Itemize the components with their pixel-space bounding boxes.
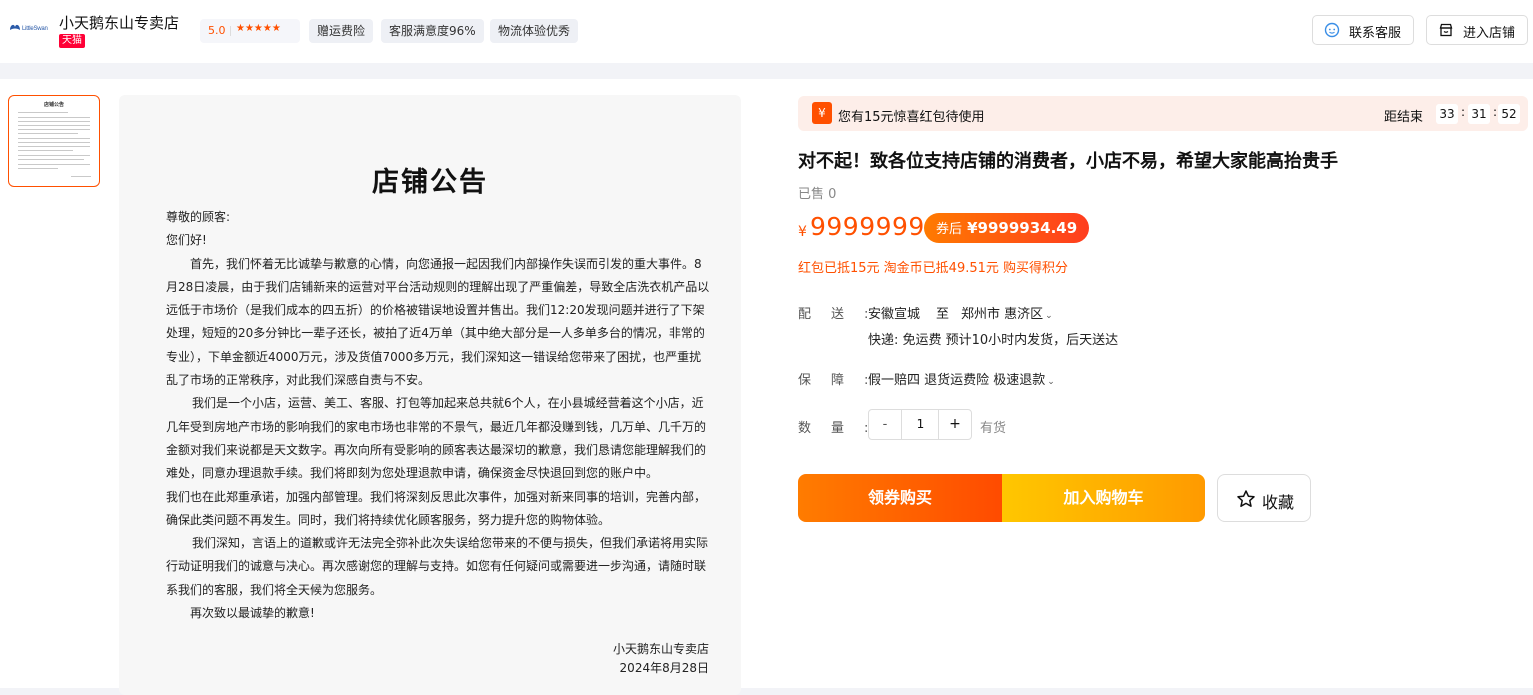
- delivery-to: 郑州市 惠济区: [961, 307, 1044, 322]
- countdown-seconds: 52: [1498, 104, 1520, 124]
- tag-service-satisfaction: 客服满意度96%: [381, 19, 484, 43]
- rating-divider: [230, 26, 231, 36]
- star-icon: [1237, 490, 1255, 507]
- countdown-colon: :: [1461, 105, 1466, 119]
- quantity-input[interactable]: 1: [902, 410, 939, 439]
- thumbnail-text-line: [18, 155, 90, 156]
- chevron-down-icon: ⌄: [1047, 377, 1055, 387]
- store-header: LittleSwan 小天鹅东山专卖店 天猫 5.0 ★★★★★ 赠运费险 客服…: [0, 0, 1533, 63]
- delivery-to-word: 至: [936, 307, 950, 322]
- product-thumbnail[interactable]: 店铺公告: [8, 95, 100, 187]
- notice-paragraph: 我们也在此郑重承诺，加强内部管理。我们将深刻反思此次事件，加强对新来同事的培训，…: [166, 489, 707, 527]
- notice-hello: 您们好!: [166, 233, 207, 248]
- tag-shipping-insurance: 赠运费险: [309, 19, 374, 43]
- swan-icon: [10, 24, 20, 30]
- store-rating[interactable]: 5.0 ★★★★★: [200, 19, 300, 43]
- favorite-button[interactable]: 收藏: [1217, 474, 1311, 522]
- countdown-hours: 33: [1436, 104, 1458, 124]
- thumbnail-text-line: [18, 150, 73, 151]
- thumbnail-text-line: [18, 112, 68, 113]
- coupon-price-label: 券后: [936, 222, 963, 237]
- product-price: 9999999: [810, 212, 925, 241]
- enter-store-label: 进入店铺: [1463, 26, 1516, 41]
- headset-icon: [1324, 22, 1340, 38]
- notice-paragraph: 我们深知，言语上的道歉或许无法完全弥补此次失误给您带来的不便与损失，但我们承诺将…: [166, 536, 709, 597]
- guarantee-value: 假一赔四 退货运费险 极速退款: [868, 373, 1046, 388]
- discount-summary: 红包已抵15元 淘金币已抵49.51元 购买得积分: [798, 261, 1069, 276]
- thumbnail-text-line: [71, 176, 91, 177]
- countdown-label: 距结束: [1384, 110, 1424, 125]
- guarantee-select[interactable]: 假一赔四 退货运费险 极速退款 ⌄: [868, 369, 1055, 388]
- add-to-cart-button[interactable]: 加入购物车: [1002, 474, 1205, 522]
- thumbnail-text-line: [18, 125, 90, 126]
- notice-paragraph: 首先，我们怀着无比诚挚与歉意的心情，向您通报一起因我们内部操作失误而引发的重大事…: [166, 256, 710, 388]
- delivery-detail: 快递: 免运费 预计10小时内发货，后天送达: [868, 333, 1119, 348]
- store-notice-image: 店铺公告 尊敬的顾客: 您们好! 首先，我们怀着无比诚挚与歉意的心情，向您通报一…: [119, 95, 741, 695]
- tmall-badge: 天猫: [59, 34, 85, 48]
- thumbnail-text-line: [18, 168, 58, 169]
- tag-logistics: 物流体验优秀: [490, 19, 579, 43]
- delivery-location-select[interactable]: 郑州市 惠济区 ⌄: [961, 303, 1053, 322]
- red-packet-promo-bar[interactable]: ¥ 您有15元惊喜红包待使用 距结束 33 : 31 : 52: [798, 96, 1528, 131]
- red-packet-text: 您有15元惊喜红包待使用: [838, 110, 985, 125]
- red-packet-icon: ¥: [812, 102, 832, 124]
- star-rating-icon: ★★★★★: [236, 23, 281, 34]
- product-title: 对不起！致各位支持店铺的消费者，小店不易，希望大家能高抬贵手: [798, 151, 1338, 172]
- notice-paragraph: 我们是一个小店，运营、美工、客服、打包等加起来总共就6个人，在小县城经营着这个小…: [166, 396, 707, 481]
- notice-title: 店铺公告: [372, 167, 488, 198]
- sold-count: 已售 0: [798, 187, 837, 202]
- rating-score: 5.0: [208, 24, 226, 37]
- notice-signature: 小天鹅东山专卖店 2024年8月28日: [613, 640, 709, 678]
- stock-status: 有货: [980, 421, 1007, 436]
- thumbnail-text-line: [18, 138, 90, 139]
- quantity-decrease-button[interactable]: -: [869, 410, 902, 439]
- store-name[interactable]: 小天鹅东山专卖店: [59, 12, 179, 33]
- coupon-price-value: ¥9999934.49: [967, 219, 1078, 237]
- notice-body: 尊敬的顾客: 您们好! 首先，我们怀着无比诚挚与歉意的心情，向您通报一起因我们内…: [166, 206, 711, 625]
- thumbnail-title: 店铺公告: [43, 102, 64, 108]
- contact-service-label: 联系客服: [1349, 26, 1402, 41]
- thumbnail-text-line: [18, 121, 90, 122]
- notice-greeting: 尊敬的顾客:: [166, 210, 231, 224]
- thumbnail-text-line: [18, 129, 90, 130]
- notice-closing: 再次致以最诚挚的歉意!: [190, 606, 315, 621]
- notice-signature-store: 小天鹅东山专卖店: [612, 642, 709, 656]
- thumbnail-text-line: [18, 164, 90, 165]
- quantity-stepper: - 1 +: [868, 409, 972, 440]
- contact-service-button[interactable]: 联系客服: [1312, 15, 1414, 45]
- coupon-price-badge: 券后 ¥9999934.49: [924, 213, 1090, 243]
- countdown-colon: :: [1493, 105, 1498, 119]
- countdown-minutes: 31: [1468, 104, 1490, 124]
- coupon-buy-button[interactable]: 领券购买: [798, 474, 1002, 522]
- thumbnail-text-line: [18, 117, 90, 118]
- store-icon: [1439, 23, 1453, 37]
- notice-signature-date: 2024年8月28日: [619, 661, 709, 675]
- delivery-from: 安徽宣城: [868, 307, 921, 322]
- logo-text: LittleSwan: [22, 26, 48, 32]
- quantity-increase-button[interactable]: +: [938, 410, 971, 439]
- thumbnail-text-line: [18, 146, 90, 147]
- thumbnail-text-line: [18, 133, 78, 134]
- thumbnail-text-line: [18, 159, 84, 160]
- product-main: 店铺公告 店铺公告 尊敬的顾客: 您们好! 首先，我们怀着无比诚挚与歉意的心情，…: [0, 79, 1533, 695]
- brand-logo[interactable]: LittleSwan: [8, 20, 50, 40]
- price-currency: ¥: [798, 224, 807, 240]
- thumbnail-text-line: [18, 142, 90, 143]
- chevron-down-icon: ⌄: [1045, 311, 1053, 321]
- favorite-label: 收藏: [1262, 493, 1295, 512]
- enter-store-button[interactable]: 进入店铺: [1426, 15, 1528, 45]
